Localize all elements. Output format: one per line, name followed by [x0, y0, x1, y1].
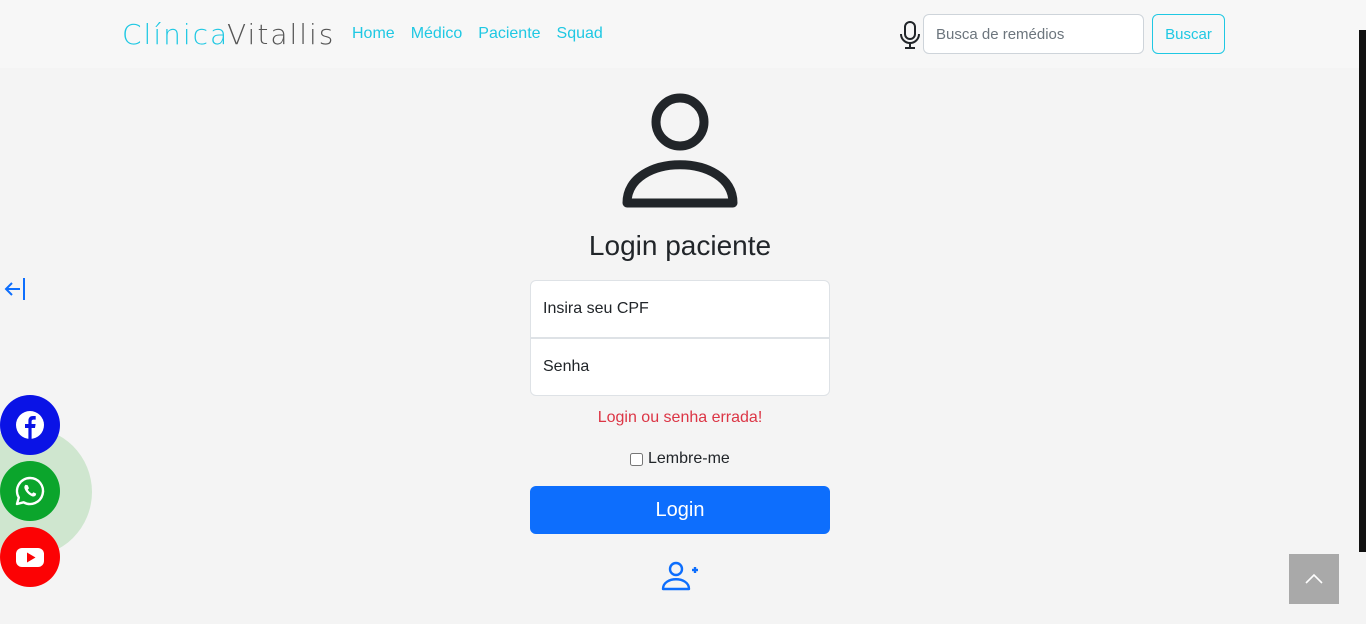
chevron-up-icon: [1305, 573, 1323, 584]
youtube-button[interactable]: [0, 527, 60, 587]
remember-checkbox[interactable]: [630, 452, 643, 466]
back-arrow-icon[interactable]: [2, 276, 28, 302]
password-field[interactable]: [530, 338, 830, 396]
search-button[interactable]: Buscar: [1152, 14, 1225, 54]
whatsapp-button[interactable]: [0, 461, 60, 521]
remember-me[interactable]: Lembre-me: [630, 450, 730, 468]
scrollbar[interactable]: [1359, 30, 1366, 552]
nav-link-home[interactable]: Home: [352, 25, 395, 43]
nav-link-squad[interactable]: Squad: [557, 25, 603, 43]
brand-logo[interactable]: ClínicaVitallis: [122, 18, 335, 51]
nav-links: Home Médico Paciente Squad: [352, 25, 603, 43]
scroll-to-top-button[interactable]: [1289, 554, 1339, 604]
microphone-icon[interactable]: [899, 20, 921, 50]
cpf-field[interactable]: [530, 280, 830, 338]
whatsapp-icon: [15, 476, 45, 506]
add-user-icon[interactable]: [660, 560, 700, 592]
error-message: Login ou senha errada!: [597, 409, 763, 426]
brand-part-2: Vitallis: [227, 18, 336, 51]
nav-link-paciente[interactable]: Paciente: [478, 25, 540, 43]
youtube-icon: [16, 548, 44, 567]
navbar: ClínicaVitallis Home Médico Paciente Squ…: [0, 0, 1366, 68]
remember-label: Lembre-me: [648, 450, 730, 467]
facebook-icon: [16, 411, 44, 439]
facebook-button[interactable]: [0, 395, 60, 455]
brand-part-1: Clínica: [122, 18, 228, 51]
login-button[interactable]: Login: [530, 486, 830, 534]
page-title: Login paciente: [588, 230, 772, 261]
search-input[interactable]: [923, 14, 1144, 54]
user-icon: [622, 93, 738, 208]
nav-link-medico[interactable]: Médico: [411, 25, 463, 43]
